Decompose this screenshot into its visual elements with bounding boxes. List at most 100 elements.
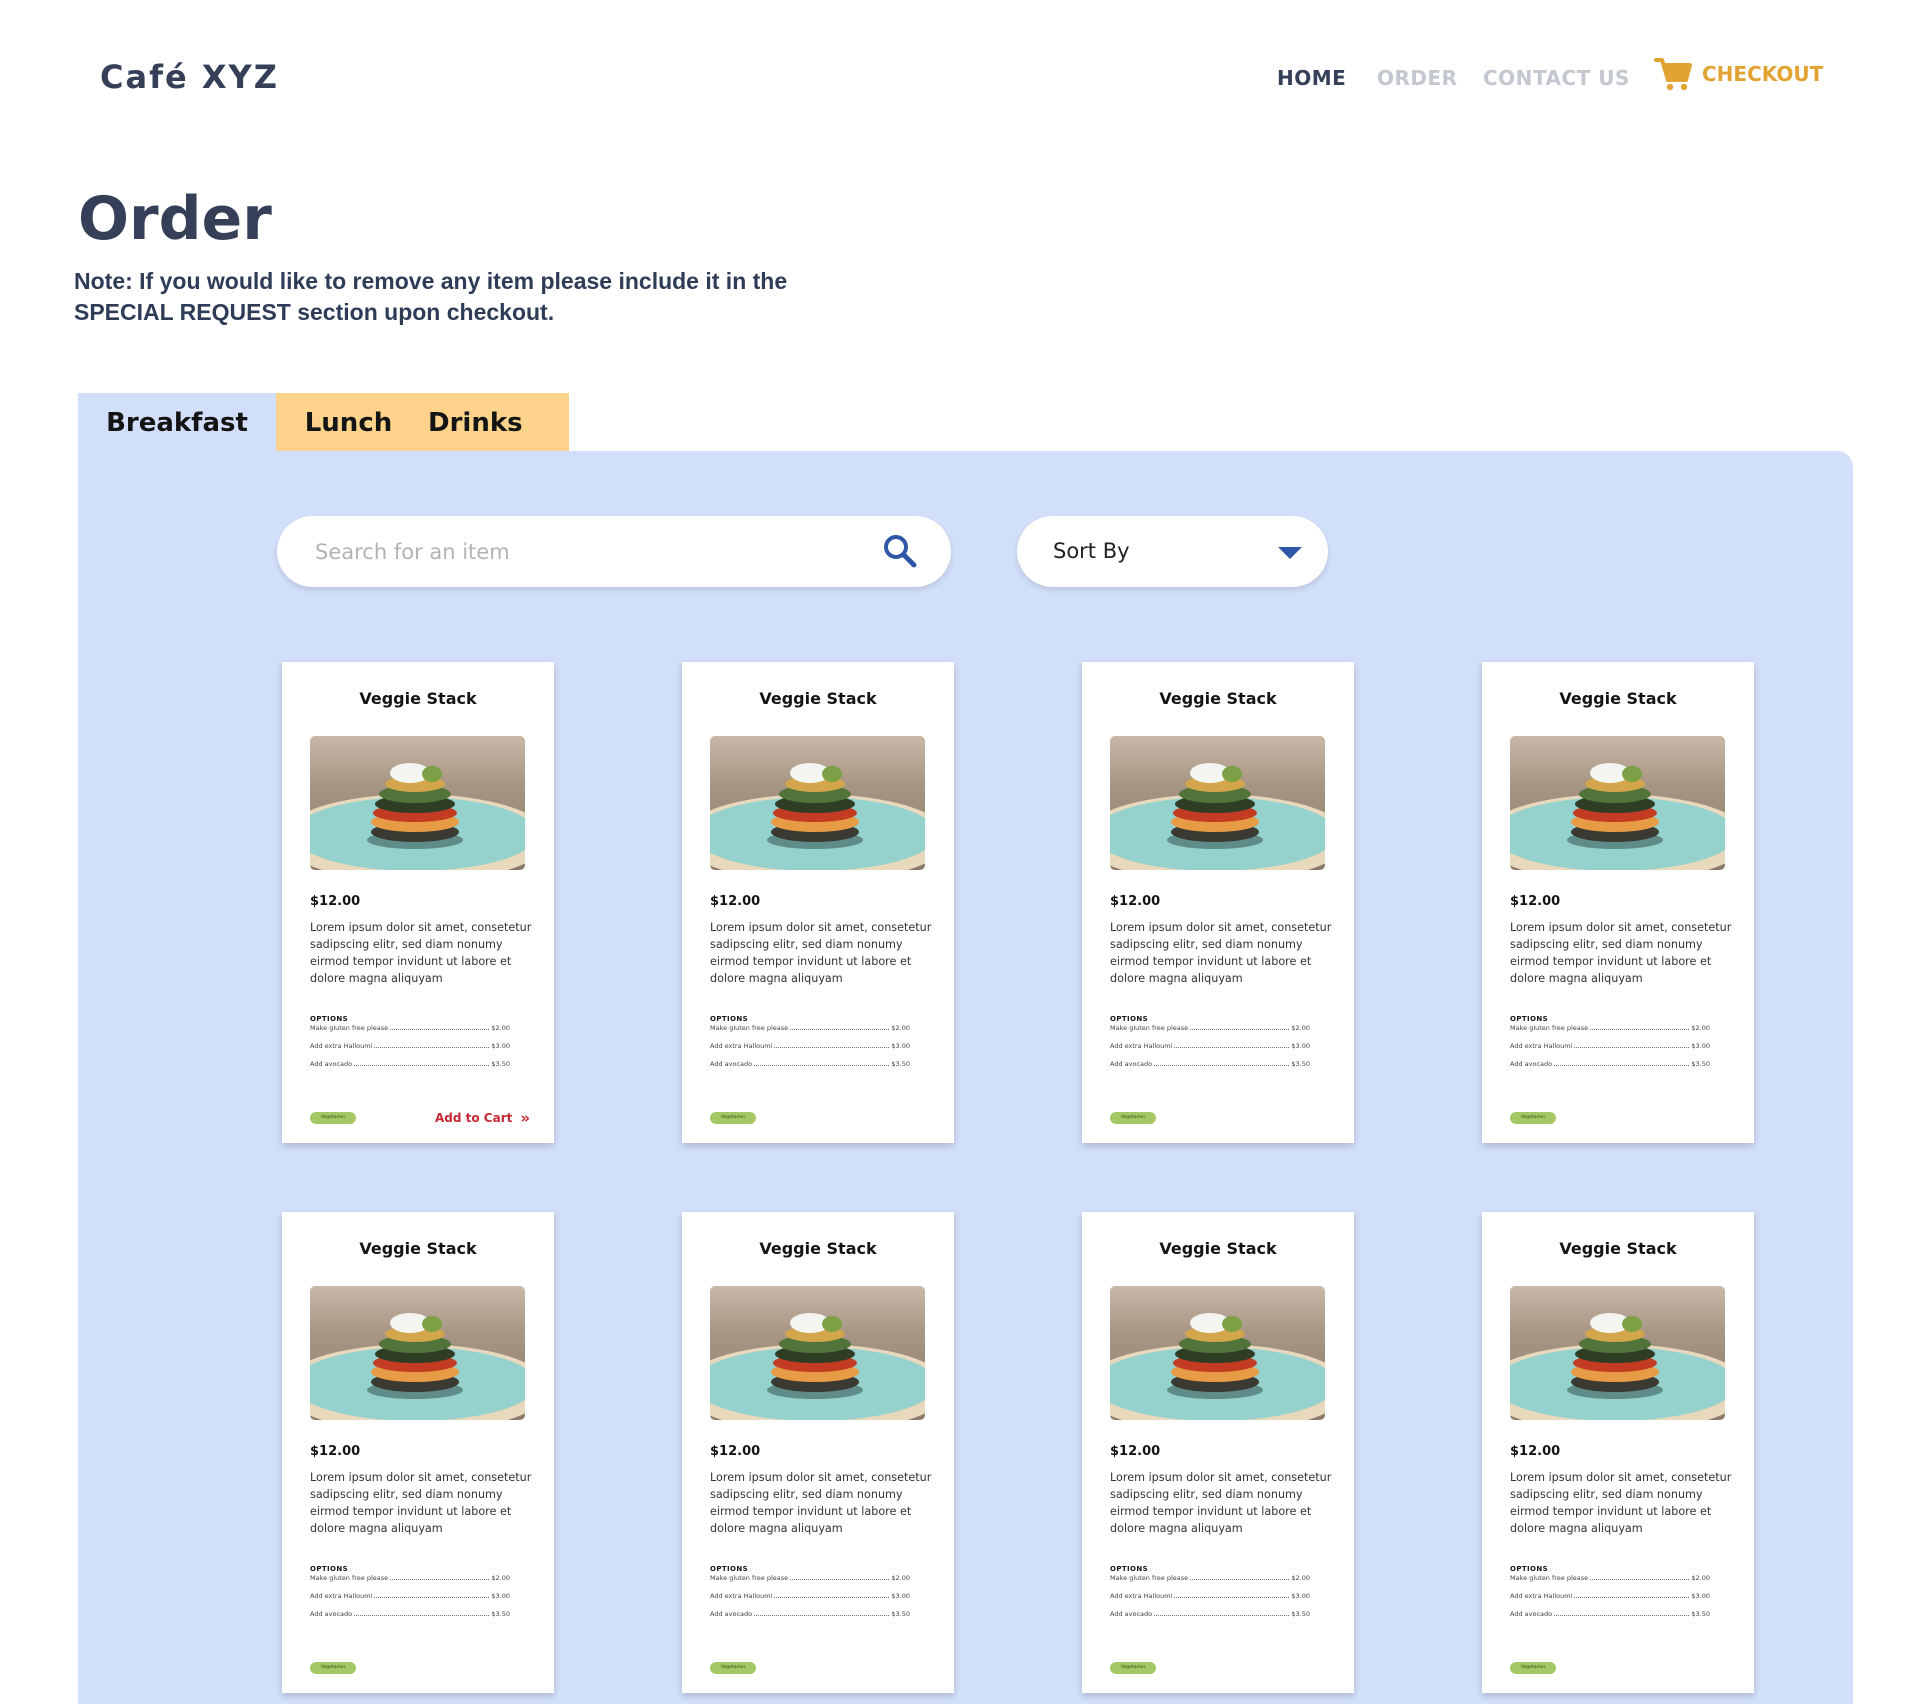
option-name: Add avocado [710,1060,753,1068]
menu-item-card[interactable]: Veggie Stack $12.00 Lorem ipsum dolor si… [682,662,954,1143]
nav-order-link[interactable]: ORDER [1377,66,1458,90]
item-title: Veggie Stack [359,689,477,708]
menu-item-card[interactable]: Veggie Stack $12.00 Lorem ipsum dolor si… [1482,662,1754,1143]
option-price: $3.50 [1691,1060,1710,1068]
option-price: $2.00 [891,1574,910,1582]
item-price: $12.00 [310,1444,361,1459]
option-name: Add extra Halloumi [710,1592,773,1600]
option-row[interactable]: Add avocado $3.50 [1110,1058,1310,1068]
vegetarian-badge: Vegetarian [310,1112,356,1124]
option-leader [374,1597,490,1598]
option-name: Make gluten free please [1510,1574,1589,1582]
option-name: Add avocado [1510,1610,1553,1618]
item-description: Lorem ipsum dolor sit amet, consetetur s… [310,1471,532,1535]
option-row[interactable]: Make gluten free please $2.00 [710,1022,910,1032]
option-price: $3.50 [891,1060,910,1068]
menu-item-card[interactable]: Veggie Stack $12.00 Lorem ipsum dolor si… [1082,662,1354,1143]
item-photo [1510,736,1725,870]
option-row[interactable]: Add avocado $3.50 [1510,1608,1710,1618]
option-row[interactable]: Add avocado $3.50 [310,1058,510,1068]
option-row[interactable]: Add avocado $3.50 [1510,1058,1710,1068]
item-title: Veggie Stack [1559,689,1677,708]
option-leader [1190,1029,1290,1030]
option-row[interactable]: Make gluten free please $2.00 [310,1022,510,1032]
option-row[interactable]: Make gluten free please $2.00 [310,1572,510,1582]
option-name: Add extra Halloumi [710,1042,773,1050]
option-name: Make gluten free please [710,1574,789,1582]
option-row[interactable]: Add extra Halloumi $3.00 [310,1590,510,1600]
option-leader [390,1579,490,1580]
menu-item-card[interactable]: Veggie Stack $12.00 Lorem ipsum dolor si… [282,662,554,1143]
item-title: Veggie Stack [759,689,877,708]
caret-down-icon [1278,547,1302,559]
sort-dropdown[interactable]: Sort By [1017,516,1328,587]
option-row[interactable]: Make gluten free please $2.00 [1510,1022,1710,1032]
search-icon[interactable] [883,534,917,568]
add-to-cart-button[interactable]: Add to Cart » [435,1109,530,1127]
menu-item-card[interactable]: Veggie Stack $12.00 Lorem ipsum dolor si… [682,1212,954,1693]
nav-home-link[interactable]: HOME [1277,66,1346,90]
tab-drinks[interactable]: Drinks [421,393,569,452]
option-leader [1574,1047,1690,1048]
option-row[interactable]: Make gluten free please $2.00 [1110,1022,1310,1032]
menu-item-card[interactable]: Veggie Stack $12.00 Lorem ipsum dolor si… [1082,1212,1354,1693]
item-description: Lorem ipsum dolor sit amet, consetetur s… [310,921,532,985]
option-row[interactable]: Add extra Halloumi $3.00 [710,1040,910,1050]
option-name: Add extra Halloumi [310,1592,373,1600]
option-leader [1554,1615,1690,1616]
tab-lunch[interactable]: Lunch [276,393,421,452]
option-price: $3.50 [491,1060,510,1068]
item-description: Lorem ipsum dolor sit amet, consetetur s… [710,1471,932,1535]
cafe-logo[interactable]: Café XYZ [100,58,279,96]
checkout-button[interactable]: CHECKOUT [1654,56,1823,92]
option-leader [1590,1579,1690,1580]
option-row[interactable]: Make gluten free please $2.00 [1510,1572,1710,1582]
option-leader [1154,1615,1290,1616]
option-price: $3.00 [491,1042,510,1050]
item-price: $12.00 [1510,1444,1561,1459]
option-price: $2.00 [891,1024,910,1032]
option-row[interactable]: Add avocado $3.50 [1110,1608,1310,1618]
option-price: $2.00 [1691,1024,1710,1032]
option-name: Add avocado [1510,1060,1553,1068]
option-row[interactable]: Add extra Halloumi $3.00 [1510,1590,1710,1600]
option-name: Make gluten free please [1110,1574,1189,1582]
menu-item-card[interactable]: Veggie Stack $12.00 Lorem ipsum dolor si… [1482,1212,1754,1693]
option-price: $2.00 [1291,1024,1310,1032]
option-name: Add avocado [1110,1610,1153,1618]
option-name: Add extra Halloumi [1110,1042,1173,1050]
item-photo [1510,1286,1725,1420]
option-row[interactable]: Add extra Halloumi $3.00 [1110,1040,1310,1050]
option-row[interactable]: Add avocado $3.50 [310,1608,510,1618]
option-name: Add extra Halloumi [1510,1592,1573,1600]
item-price: $12.00 [1510,894,1561,909]
item-photo [1110,736,1325,870]
option-row[interactable]: Add extra Halloumi $3.00 [310,1040,510,1050]
item-title: Veggie Stack [759,1239,877,1258]
vegetarian-badge: Vegetarian [1110,1112,1156,1124]
item-photo [1110,1286,1325,1420]
option-leader [1174,1597,1290,1598]
option-leader [354,1615,490,1616]
option-price: $2.00 [491,1574,510,1582]
search-bar [277,516,951,587]
option-row[interactable]: Add avocado $3.50 [710,1608,910,1618]
item-title: Veggie Stack [1559,1239,1677,1258]
option-row[interactable]: Add extra Halloumi $3.00 [1510,1040,1710,1050]
option-price: $3.50 [1291,1610,1310,1618]
option-leader [754,1615,890,1616]
option-row[interactable]: Make gluten free please $2.00 [1110,1572,1310,1582]
option-row[interactable]: Make gluten free please $2.00 [710,1572,910,1582]
search-input[interactable] [315,516,855,587]
menu-item-card[interactable]: Veggie Stack $12.00 Lorem ipsum dolor si… [282,1212,554,1693]
nav-contact-link[interactable]: CONTACT US [1483,66,1630,90]
option-row[interactable]: Add extra Halloumi $3.00 [710,1590,910,1600]
option-row[interactable]: Add avocado $3.50 [710,1058,910,1068]
option-row[interactable]: Add extra Halloumi $3.00 [1110,1590,1310,1600]
item-photo [710,736,925,870]
vegetarian-badge: Vegetarian [710,1662,756,1674]
option-price: $3.00 [891,1592,910,1600]
option-leader [1574,1597,1690,1598]
tab-breakfast[interactable]: Breakfast [78,393,276,452]
item-description: Lorem ipsum dolor sit amet, consetetur s… [1110,1471,1332,1535]
